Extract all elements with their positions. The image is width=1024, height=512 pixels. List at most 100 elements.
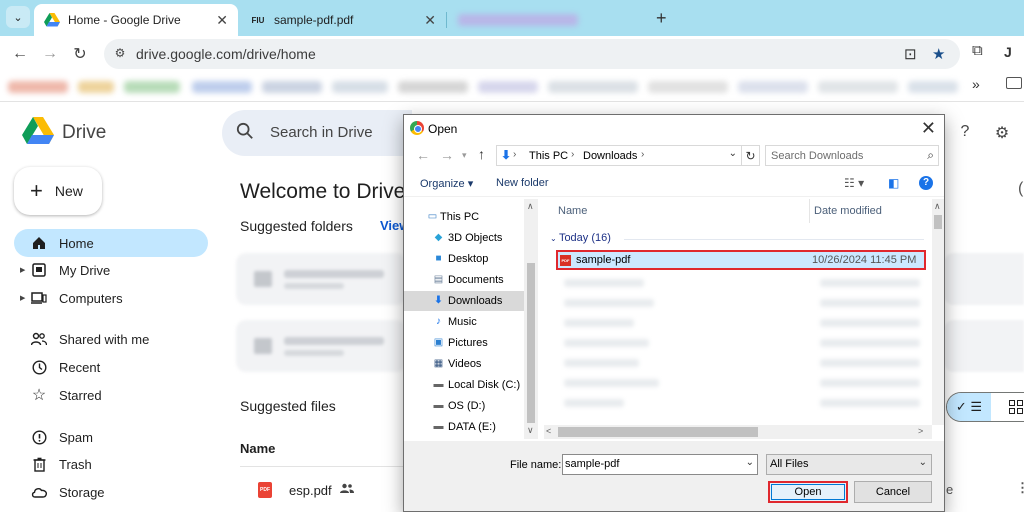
bookmark-blurred[interactable]	[78, 81, 114, 93]
nav-starred[interactable]: ☆ Starred	[14, 381, 208, 409]
folder-card-blurred[interactable]	[236, 320, 406, 372]
downloads-search-input[interactable]: Search Downloads ⌕	[765, 145, 939, 166]
address-bar[interactable]: ⚙ drive.google.com/drive/home ⊡ ★	[104, 39, 960, 69]
view-options-icon[interactable]: ☷ ▾	[844, 176, 864, 190]
breadcrumb-this-pc[interactable]: This PC	[529, 150, 568, 162]
chevron-right-icon[interactable]: ›	[571, 149, 574, 160]
scrollbar-thumb[interactable]	[934, 215, 942, 229]
tree-item-downloads[interactable]: ⬇ Downloads	[404, 291, 524, 311]
nav-computers[interactable]: ▶ Computers	[14, 284, 208, 312]
chevron-down-icon[interactable]: ⌄	[919, 457, 927, 468]
profile-icon[interactable]: J	[1004, 44, 1012, 60]
bookmark-blurred[interactable]	[738, 81, 808, 93]
close-icon[interactable]: ✕	[921, 118, 936, 139]
scroll-down-icon[interactable]: ∨	[527, 425, 534, 436]
file-item-sample-pdf[interactable]: PDF sample-pdf 10/26/2024 11:45 PM	[556, 250, 926, 270]
cancel-button[interactable]: Cancel	[854, 481, 932, 503]
install-app-icon[interactable]: ⊡	[904, 45, 917, 63]
site-info-icon[interactable]: ⚙	[112, 46, 128, 62]
bookmark-blurred[interactable]	[648, 81, 728, 93]
forward-arrow-icon[interactable]: →	[440, 147, 454, 163]
close-icon[interactable]: ✕	[216, 12, 228, 29]
preview-pane-icon[interactable]: ◧	[888, 176, 899, 190]
grid-view-icon[interactable]	[1009, 400, 1023, 414]
scrollbar-thumb[interactable]	[558, 427, 758, 437]
settings-gear-icon[interactable]: ⚙	[992, 123, 1012, 143]
back-arrow-icon[interactable]: ←	[8, 42, 32, 66]
horizontal-scrollbar[interactable]: < >	[544, 425, 932, 439]
folder-card-blurred[interactable]	[236, 253, 406, 305]
bookmark-blurred[interactable]	[332, 81, 388, 93]
tree-item-videos[interactable]: ▦ Videos	[404, 354, 524, 374]
file-name-input[interactable]: sample-pdf ⌄	[562, 454, 758, 475]
folder-icon[interactable]	[1006, 77, 1022, 89]
back-arrow-icon[interactable]: ←	[416, 147, 430, 163]
drive-search-bar[interactable]: Search in Drive	[222, 110, 412, 156]
bookmark-blurred[interactable]	[478, 81, 538, 93]
chevron-right-icon[interactable]: ›	[513, 149, 516, 160]
bookmark-blurred[interactable]	[192, 81, 252, 93]
name-column-header[interactable]: Name	[240, 441, 275, 456]
tree-item-3d-objects[interactable]: ◆ 3D Objects	[404, 228, 524, 248]
help-icon[interactable]: ?	[955, 123, 975, 143]
expand-caret-icon[interactable]: ▶	[20, 294, 25, 302]
tree-scrollbar[interactable]: ∧ ∨	[524, 199, 538, 439]
organize-menu[interactable]: Organize ▾	[420, 177, 473, 190]
scroll-right-icon[interactable]: >	[918, 426, 923, 436]
bookmark-blurred[interactable]	[908, 81, 958, 93]
file-type-select[interactable]: All Files ⌄	[766, 454, 932, 475]
chevron-down-icon[interactable]: ⌄	[729, 148, 737, 159]
bookmark-blurred[interactable]	[262, 81, 322, 93]
nav-home[interactable]: Home	[14, 229, 208, 257]
reload-icon[interactable]: ↻	[68, 42, 92, 66]
bookmark-blurred[interactable]	[398, 81, 468, 93]
bookmark-blurred[interactable]	[124, 81, 180, 93]
name-column-header[interactable]: Name	[558, 205, 587, 217]
expand-caret-icon[interactable]: ▶	[20, 266, 25, 274]
path-breadcrumb[interactable]: ⬇ › This PC › Downloads › ⌄	[496, 145, 742, 166]
search-icon[interactable]	[236, 122, 254, 140]
nav-spam[interactable]: Spam	[14, 423, 208, 451]
tree-item-desktop[interactable]: ■ Desktop	[404, 249, 524, 269]
tree-item-music[interactable]: ♪ Music	[404, 312, 524, 332]
scrollbar-thumb[interactable]	[527, 263, 535, 423]
new-button[interactable]: + New	[14, 167, 102, 215]
tab-sample-pdf[interactable]: FIU sample-pdf.pdf ✕	[240, 4, 446, 36]
folder-card-blurred[interactable]	[944, 320, 1024, 372]
new-folder-button[interactable]: New folder	[496, 177, 549, 189]
scroll-left-icon[interactable]: <	[546, 426, 551, 436]
close-icon[interactable]: ✕	[424, 12, 436, 29]
bookmark-blurred[interactable]	[8, 81, 68, 93]
tab-blurred[interactable]	[448, 4, 648, 36]
nav-trash[interactable]: Trash	[14, 450, 208, 478]
up-arrow-icon[interactable]: ↑	[478, 146, 485, 162]
help-icon[interactable]: ?	[919, 176, 933, 190]
tree-item-pictures[interactable]: ▣ Pictures	[404, 333, 524, 353]
group-header-today[interactable]: ⌄ Today (16)	[550, 232, 611, 244]
list-view-button[interactable]: ✓ ☰	[947, 393, 991, 421]
nav-shared-with-me[interactable]: Shared with me	[14, 325, 208, 353]
tree-item-documents[interactable]: ▤ Documents	[404, 270, 524, 290]
tab-google-drive[interactable]: Home - Google Drive ✕	[34, 4, 238, 36]
open-button[interactable]: Open	[768, 481, 848, 503]
breadcrumb-downloads[interactable]: Downloads	[583, 150, 637, 162]
view-toggle[interactable]: ✓ ☰	[946, 392, 1024, 422]
tree-item-data-e[interactable]: ▬ DATA (E:)	[404, 417, 524, 437]
bookmark-blurred[interactable]	[548, 81, 638, 93]
nav-my-drive[interactable]: ▶ My Drive	[14, 256, 208, 284]
nav-recent[interactable]: Recent	[14, 353, 208, 381]
refresh-icon[interactable]: ↻	[742, 145, 760, 166]
tree-item-this-pc[interactable]: ▭ This PC	[404, 207, 524, 227]
file-row[interactable]: PDF esp.pdf	[240, 476, 400, 504]
bookmark-star-icon[interactable]: ★	[932, 45, 945, 63]
search-icon[interactable]: ⌕	[927, 148, 934, 163]
forward-arrow-icon[interactable]: →	[38, 42, 62, 66]
nav-storage[interactable]: Storage	[14, 478, 208, 506]
recent-locations-icon[interactable]: ▾	[462, 150, 467, 161]
more-actions-icon[interactable]: ⋮	[1016, 480, 1024, 496]
tab-search-button[interactable]: ⌄	[6, 6, 30, 28]
file-list-scrollbar[interactable]: ∧	[932, 199, 944, 425]
folder-card-blurred[interactable]	[944, 253, 1024, 305]
chevron-right-icon[interactable]: ›	[641, 149, 644, 160]
scroll-up-icon[interactable]: ∧	[934, 201, 941, 212]
